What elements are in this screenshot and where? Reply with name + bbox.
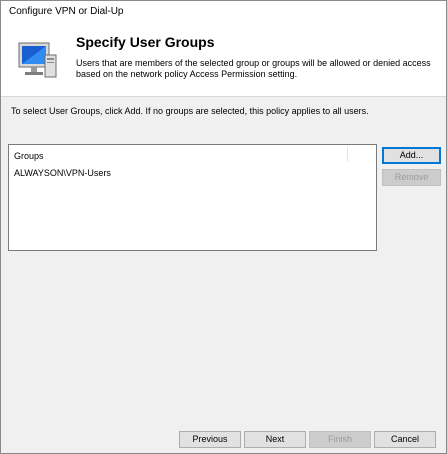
page-description: Users that are members of the selected g… bbox=[76, 58, 431, 79]
wizard-header: Specify User Groups Users that are membe… bbox=[1, 23, 446, 97]
groups-list[interactable]: Groups ALWAYSON\VPN-Users bbox=[8, 144, 377, 251]
title-bar: Configure VPN or Dial-Up bbox=[1, 1, 446, 23]
groups-column-header[interactable]: Groups bbox=[9, 145, 376, 165]
remove-button[interactable]: Remove bbox=[382, 169, 441, 186]
wizard-window: Configure VPN or Dial-Up Specify User Gr… bbox=[0, 0, 447, 454]
instruction-text: To select User Groups, click Add. If no … bbox=[11, 106, 369, 116]
previous-button[interactable]: Previous bbox=[179, 431, 241, 448]
page-title: Specify User Groups bbox=[76, 34, 215, 50]
cancel-button[interactable]: Cancel bbox=[374, 431, 436, 448]
next-button[interactable]: Next bbox=[244, 431, 306, 448]
computer-monitor-icon bbox=[18, 42, 57, 78]
window-title: Configure VPN or Dial-Up bbox=[9, 6, 124, 17]
finish-button[interactable]: Finish bbox=[309, 431, 371, 448]
groups-column-label: Groups bbox=[14, 151, 44, 161]
list-item[interactable]: ALWAYSON\VPN-Users bbox=[14, 168, 111, 178]
add-button[interactable]: Add... bbox=[382, 147, 441, 164]
column-separator[interactable] bbox=[347, 147, 348, 162]
